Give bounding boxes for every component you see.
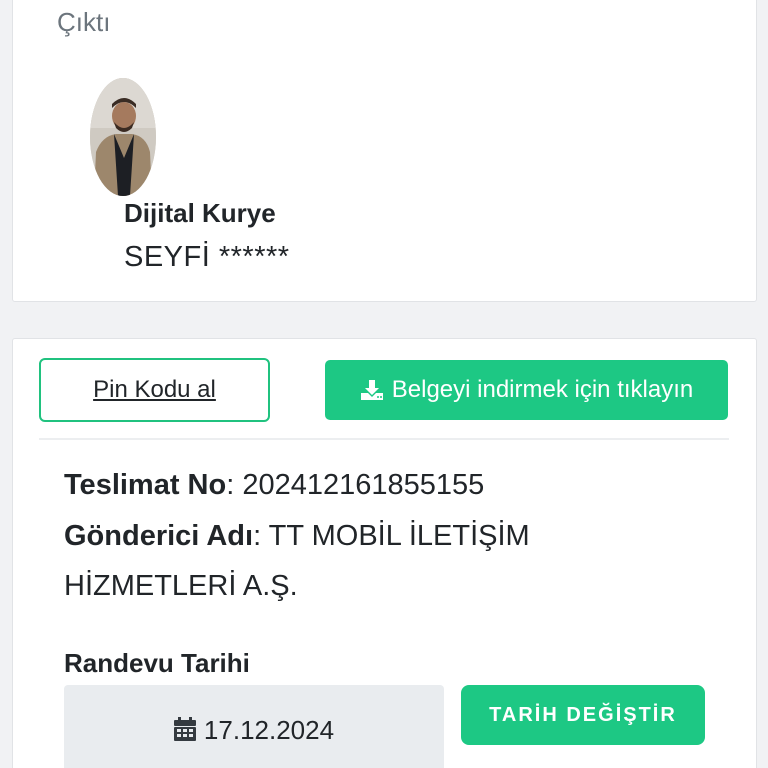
delivery-card: Pin Kodu al Belgeyi indirmek için tıklay… bbox=[12, 338, 757, 768]
download-label: Belgeyi indirmek için tıklayın bbox=[391, 376, 694, 403]
appointment-date-label: Randevu Tarihi bbox=[64, 648, 250, 678]
change-date-label: TARİH DEĞİŞTİR bbox=[489, 703, 677, 726]
change-date-button[interactable]: TARİH DEĞİŞTİR bbox=[461, 685, 705, 745]
sender-name-label: Gönderici Adı bbox=[64, 520, 254, 552]
calendar-icon bbox=[173, 717, 196, 741]
avatar-photo bbox=[90, 78, 156, 196]
section-title: Çıktı bbox=[57, 7, 111, 37]
divider bbox=[39, 438, 729, 440]
delivery-number-value: 202412161855155 bbox=[242, 469, 485, 501]
appointment-date-field[interactable]: 17.12.2024 bbox=[64, 685, 444, 768]
download-document-button[interactable]: Belgeyi indirmek için tıklayın bbox=[325, 360, 728, 420]
sender-name-value: TT MOBİL İLETİŞİM bbox=[268, 520, 530, 552]
sender-name-continued: HİZMETLERİ A.Ş. bbox=[64, 570, 298, 602]
courier-title: Dijital Kurye bbox=[124, 198, 276, 228]
page: Çıktı Dijital Kurye SEYFİ ****** Pin Kod… bbox=[0, 0, 768, 768]
pin-code-label: Pin Kodu al bbox=[93, 376, 216, 403]
courier-card: Çıktı Dijital Kurye SEYFİ ****** bbox=[12, 0, 757, 302]
download-icon bbox=[360, 380, 383, 400]
sender-name-row: Gönderici Adı: TT MOBİL İLETİŞİM bbox=[64, 520, 530, 552]
delivery-number-row: Teslimat No: 202412161855155 bbox=[64, 469, 485, 501]
courier-name: SEYFİ ****** bbox=[124, 241, 290, 273]
delivery-number-label: Teslimat No bbox=[64, 469, 227, 501]
pin-code-button[interactable]: Pin Kodu al bbox=[39, 358, 270, 422]
appointment-date-value: 17.12.2024 bbox=[203, 715, 335, 745]
avatar bbox=[90, 78, 156, 196]
